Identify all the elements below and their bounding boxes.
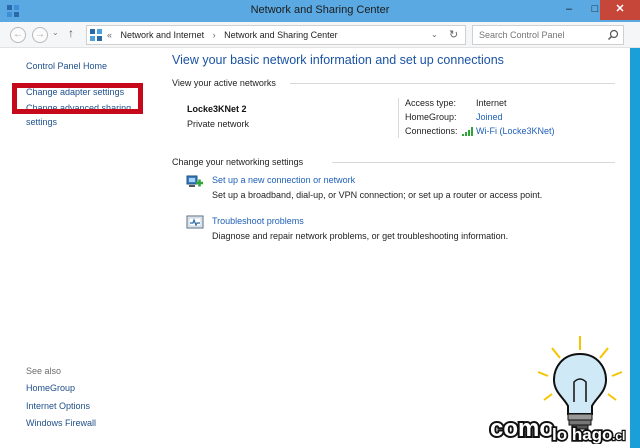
access-type-value: Internet (476, 98, 507, 108)
wifi-signal-icon (462, 127, 473, 136)
control-panel-home-link[interactable]: Control Panel Home (26, 61, 107, 71)
new-connection-icon (186, 175, 203, 187)
connections-label: Connections: (405, 126, 458, 136)
network-name: Locke3KNet 2 (187, 104, 247, 114)
internet-options-link[interactable]: Internet Options (26, 401, 90, 411)
troubleshoot-problems-link[interactable]: Troubleshoot problems (212, 216, 304, 226)
breadcrumb-separator[interactable]: › (213, 30, 216, 40)
up-arrow-icon[interactable]: ↑ (68, 26, 74, 40)
section-divider (290, 83, 615, 84)
access-type-label: Access type: (405, 98, 457, 108)
homegroup-link[interactable]: HomeGroup (26, 383, 75, 393)
recent-locations-chevron-icon[interactable]: ⌄ (52, 28, 59, 37)
windows-firewall-link[interactable]: Windows Firewall (26, 418, 96, 428)
setup-new-connection-description: Set up a broadband, dial-up, or VPN conn… (212, 190, 543, 200)
breadcrumb: « Network and Internet › Network and Sha… (107, 30, 344, 40)
search-box[interactable] (472, 25, 624, 45)
troubleshoot-icon (186, 215, 204, 229)
navigation-bar: ← → ⌄ ↑ « Network and Internet › Network… (0, 22, 640, 48)
network-sharing-center-window: Network and Sharing Center – □ ✕ ← → ⌄ ↑… (0, 0, 640, 448)
breadcrumb-network-and-internet[interactable]: Network and Internet (121, 30, 205, 40)
forward-arrow-icon[interactable]: → (32, 27, 48, 43)
refresh-icon[interactable]: ↻ (449, 28, 458, 41)
breadcrumb-overflow-chevron[interactable]: « (107, 30, 112, 40)
watermark-text-main: como (490, 415, 554, 442)
watermark-text-small: lo hago (552, 425, 612, 444)
section-divider (332, 162, 615, 163)
homegroup-label: HomeGroup: (405, 112, 457, 122)
watermark-text-tld: .cl (612, 429, 625, 443)
comolohago-wordmark: como lo hago .cl (488, 413, 627, 444)
search-icon[interactable] (607, 29, 619, 41)
wifi-connection-link[interactable]: Wi-Fi (Locke3KNet) (476, 126, 555, 136)
search-input[interactable] (479, 30, 604, 40)
minimize-button[interactable]: – (556, 0, 582, 20)
breadcrumb-network-and-sharing-center[interactable]: Network and Sharing Center (224, 30, 338, 40)
network-type: Private network (187, 119, 250, 129)
highlight-annotation-box (12, 83, 143, 114)
back-arrow-icon[interactable]: ← (10, 27, 26, 43)
address-bar[interactable]: « Network and Internet › Network and Sha… (86, 25, 466, 45)
setup-new-connection-link[interactable]: Set up a new connection or network (212, 175, 355, 185)
address-dropdown-icon[interactable]: ⌄ (431, 30, 438, 39)
troubleshoot-problems-description: Diagnose and repair network problems, or… (212, 231, 509, 241)
homegroup-joined-link[interactable]: Joined (476, 112, 503, 122)
comolohago-watermark: como lo hago .cl (488, 330, 638, 446)
see-also-heading: See also (26, 366, 62, 376)
page-title: View your basic network information and … (172, 53, 504, 67)
close-button[interactable]: ✕ (600, 0, 640, 20)
control-panel-icon (90, 29, 102, 41)
window-title: Network and Sharing Center (250, 4, 390, 16)
network-divider (398, 98, 399, 138)
change-advanced-sharing-link-line2[interactable]: settings (26, 117, 57, 127)
title-bar[interactable]: Network and Sharing Center – □ ✕ (0, 0, 640, 22)
